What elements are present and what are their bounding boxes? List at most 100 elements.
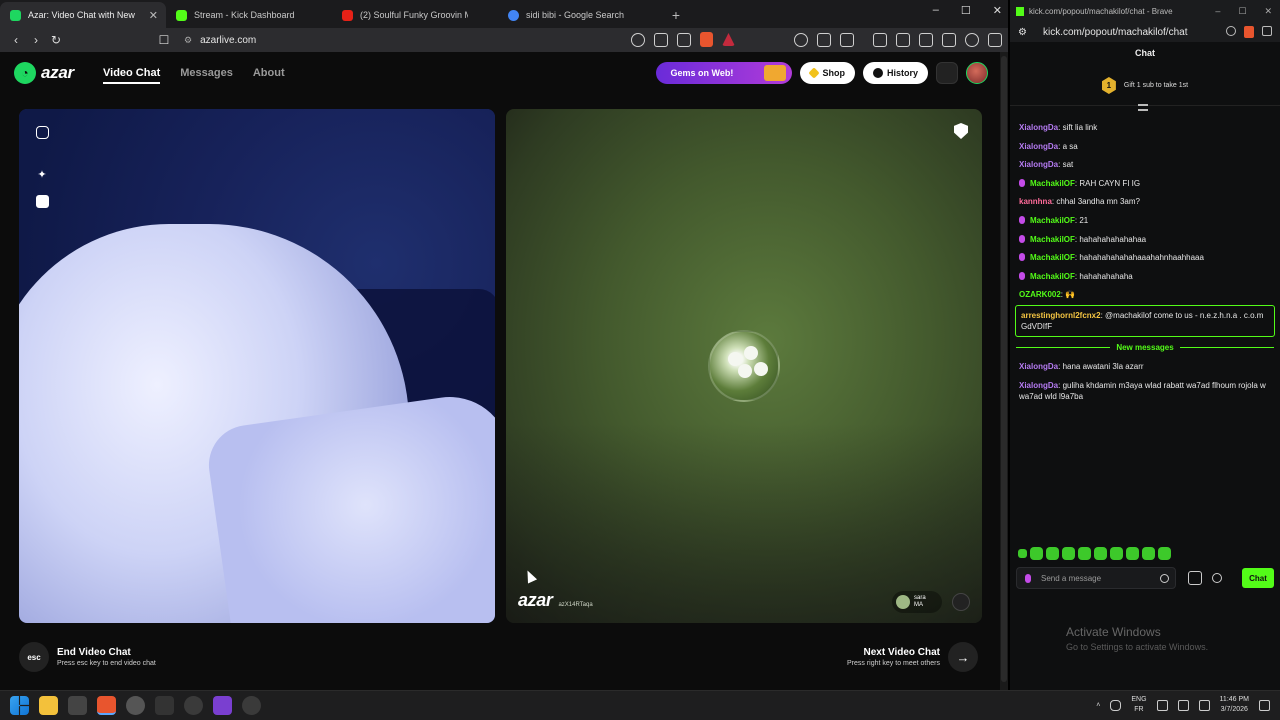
maximize-button[interactable]: ☐ [1238, 6, 1246, 17]
emote-icon[interactable] [1078, 547, 1091, 560]
magic-wand-icon[interactable]: ✦ [33, 165, 51, 183]
gems-promo-button[interactable]: Gems on Web! [656, 62, 793, 84]
reload-icon[interactable]: ↻ [46, 33, 66, 47]
leo-ai-icon[interactable] [942, 32, 956, 47]
brave-shields-icon[interactable] [1244, 26, 1254, 38]
brave-shields-icon[interactable] [700, 32, 713, 47]
shield-icon[interactable] [965, 32, 979, 47]
nav-about[interactable]: About [253, 67, 285, 84]
url-field[interactable]: ⚙ azarlive.com [184, 35, 664, 46]
tab-close-icon[interactable]: ✕ [149, 9, 158, 22]
clock[interactable]: 11:46 PM 3/7/2026 [1220, 695, 1249, 715]
forward-icon[interactable]: › [26, 33, 46, 47]
end-video-chat[interactable]: esc End Video Chat Press esc key to end … [19, 642, 156, 672]
fullscreen-icon[interactable] [36, 126, 49, 139]
chat-username[interactable]: XialongDa [1019, 142, 1058, 151]
app-icon[interactable] [155, 696, 174, 715]
site-info-icon[interactable]: ⚙ [1018, 27, 1027, 38]
pinned-collapse-icon[interactable] [1138, 104, 1148, 111]
vpn-icon[interactable] [794, 32, 808, 47]
emote-icon[interactable] [1030, 547, 1043, 560]
chat-username[interactable]: XialongDa [1019, 362, 1058, 371]
network-icon[interactable] [1156, 699, 1168, 711]
gear-icon[interactable] [1212, 573, 1222, 583]
emote-icon[interactable] [1046, 547, 1059, 560]
chat-username[interactable]: OZARK002 [1019, 290, 1061, 299]
emote-icon[interactable] [1126, 547, 1139, 560]
message-input[interactable]: Send a message [1016, 567, 1176, 589]
notification-icon[interactable] [1259, 699, 1270, 711]
chat-bubble-icon[interactable] [952, 593, 970, 611]
chat-username[interactable]: XialongDa [1019, 160, 1058, 169]
game-client-icon[interactable] [184, 696, 203, 715]
chat-username[interactable]: arrestinghornl2fcnx2 [1021, 311, 1101, 320]
gift-icon[interactable] [1188, 571, 1202, 585]
media-icon[interactable] [873, 32, 887, 47]
store-icon[interactable] [68, 696, 87, 715]
sidebar-icon[interactable] [896, 32, 910, 47]
battery-icon[interactable] [1198, 699, 1210, 711]
gift-leaderboard[interactable]: 1 Gift 1 sub to take 1st [1010, 66, 1280, 106]
wallet-icon[interactable] [919, 32, 933, 47]
brave-rewards-icon[interactable] [722, 33, 735, 46]
site-info-icon[interactable]: ⚙ [184, 35, 192, 46]
obs-icon[interactable] [126, 696, 145, 715]
close-window-button[interactable]: ✕ [993, 4, 1002, 17]
share-icon[interactable] [677, 32, 691, 47]
chat-username[interactable]: XialongDa [1019, 381, 1058, 390]
chat-address-bar[interactable]: ⚙ kick.com/popout/machakilof/chat [1010, 22, 1280, 42]
emote-icon[interactable] [1158, 547, 1171, 560]
tab-kick-dashboard[interactable]: Stream - Kick Dashboard [166, 2, 332, 28]
file-explorer-icon[interactable] [39, 696, 58, 715]
nav-messages[interactable]: Messages [180, 67, 233, 84]
chat-username[interactable]: MachakilOF [1030, 179, 1075, 188]
report-shield-icon[interactable] [954, 123, 968, 139]
screenshot-icon[interactable] [840, 32, 854, 47]
game-client-icon[interactable] [242, 696, 261, 715]
next-app-icon[interactable] [213, 696, 232, 715]
emote-icon[interactable] [1018, 549, 1027, 558]
cast-icon[interactable] [654, 32, 668, 47]
arrow-right-icon[interactable]: → [948, 642, 978, 672]
zoom-icon[interactable] [631, 32, 645, 47]
page-scrollbar[interactable] [1000, 52, 1008, 690]
profile-avatar[interactable] [966, 62, 988, 84]
scrollbar-thumb[interactable] [1001, 56, 1007, 682]
next-video-chat[interactable]: Next Video Chat Press right key to meet … [847, 642, 978, 672]
tab-youtube-mix[interactable]: (2) Soulful Funky Groovin Mix - R [332, 2, 498, 28]
menu-icon[interactable] [1262, 26, 1272, 36]
close-window-button[interactable]: ✕ [1264, 6, 1272, 17]
chat-username[interactable]: XialongDa [1019, 123, 1058, 132]
peer-info-tag[interactable]: sara MA [892, 591, 942, 613]
nav-video-chat[interactable]: Video Chat [103, 67, 161, 84]
azar-logo[interactable]: ◔ azar [14, 62, 74, 84]
chat-username[interactable]: kannhna [1019, 197, 1052, 206]
shop-button[interactable]: Shop [800, 62, 855, 84]
zoom-icon[interactable] [1226, 26, 1236, 36]
emote-icon[interactable] [1142, 547, 1155, 560]
microphone-tray-icon[interactable] [1110, 699, 1122, 711]
new-messages-divider[interactable]: New messages [1016, 343, 1274, 352]
new-tab-button[interactable]: + [664, 2, 688, 28]
send-chat-button[interactable]: Chat [1242, 568, 1274, 588]
menu-icon[interactable] [988, 32, 1002, 47]
minimize-button[interactable]: – [933, 4, 939, 17]
tab-azar[interactable]: Azar: Video Chat with New Pe ✕ [0, 2, 166, 28]
emote-icon[interactable] [1094, 547, 1107, 560]
esc-key-button[interactable]: esc [19, 642, 49, 672]
extensions-icon[interactable] [817, 32, 831, 47]
face-filter-icon[interactable] [36, 195, 49, 208]
back-icon[interactable]: ‹ [6, 33, 26, 47]
windows-start-icon[interactable] [10, 696, 29, 715]
tab-google-search[interactable]: sidi bibi - Google Search [498, 2, 664, 28]
emote-icon[interactable] [1062, 547, 1075, 560]
history-button[interactable]: History [862, 62, 928, 84]
maximize-button[interactable]: ☐ [961, 4, 971, 17]
brave-browser-icon[interactable] [97, 696, 116, 715]
emoji-icon[interactable] [1160, 573, 1169, 583]
bookmark-icon[interactable]: ☐ [154, 33, 174, 47]
minimize-button[interactable]: – [1215, 6, 1220, 17]
chat-username[interactable]: MachakilOF [1030, 216, 1075, 225]
chat-username[interactable]: MachakilOF [1030, 235, 1075, 244]
inbox-icon[interactable] [936, 62, 958, 84]
